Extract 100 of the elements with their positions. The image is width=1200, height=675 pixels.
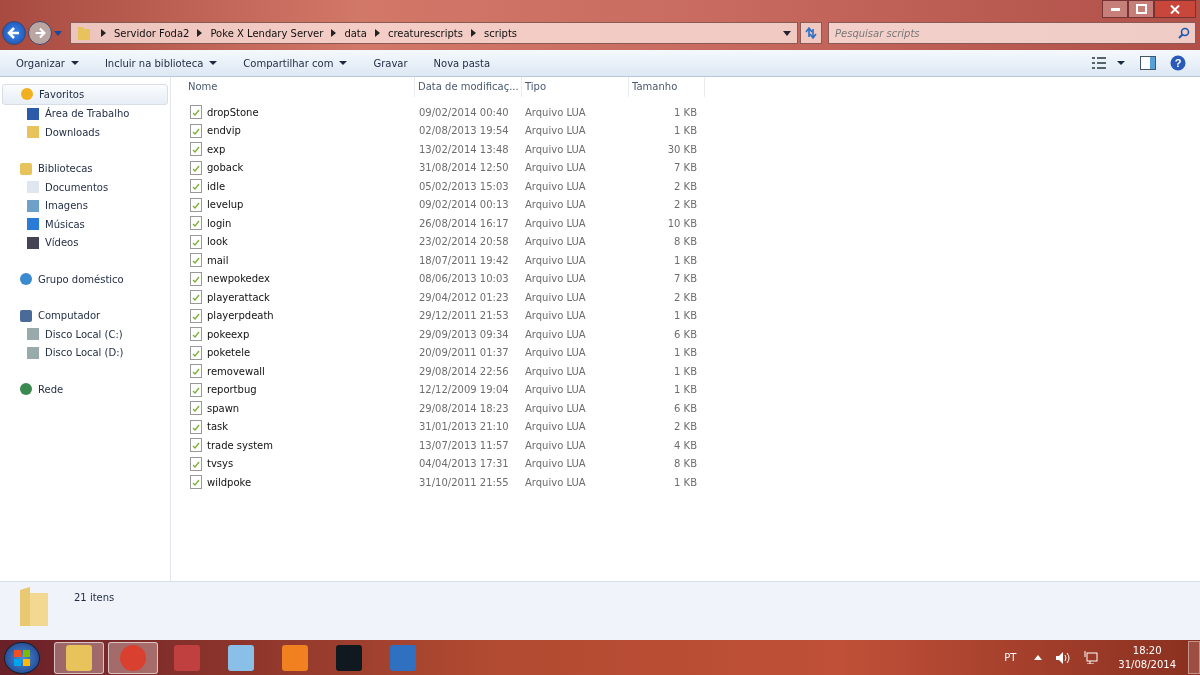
file-name[interactable]: idle xyxy=(207,180,226,192)
toolbar-button[interactable]: Gravar xyxy=(365,53,416,73)
file-name[interactable]: reportbug xyxy=(207,384,257,396)
file-icon xyxy=(190,382,202,397)
chevron-icon[interactable] xyxy=(374,29,380,37)
table-cell-text: 09/02/2014 00:40 xyxy=(418,106,510,118)
toolbar-button[interactable]: Incluir na biblioteca xyxy=(96,53,226,73)
file-name[interactable]: exp xyxy=(207,143,226,155)
toolbar-button[interactable]: Compartilhar com xyxy=(235,53,356,73)
file-name[interactable]: trade system xyxy=(207,439,273,451)
breadcrumb-item[interactable]: creaturescripts xyxy=(387,27,463,39)
taskbar-app-button[interactable] xyxy=(108,641,158,674)
sidebar-item[interactable]: Área de Trabalho xyxy=(0,104,170,123)
table-cell-text: 7 KB xyxy=(673,162,698,174)
toolbar-button[interactable]: Organizar xyxy=(8,53,87,73)
table-cell-text: 02/08/2013 19:54 xyxy=(418,125,510,137)
sidebar-item[interactable]: Documentos xyxy=(0,178,170,197)
sidebar-item[interactable]: Computador xyxy=(2,306,168,325)
file-name[interactable]: mail xyxy=(207,254,229,266)
column-header[interactable]: Tamanho xyxy=(629,77,705,97)
file-name[interactable]: dropStone xyxy=(207,106,259,118)
language-indicator[interactable]: PT xyxy=(1004,652,1017,663)
sidebar-icon xyxy=(27,126,39,139)
minimize-button[interactable] xyxy=(1102,0,1128,18)
file-icon xyxy=(190,364,202,379)
address-bar[interactable]: Servidor Foda2 Poke X Lendary Server data creaturescripts scripts xyxy=(70,22,798,44)
close-icon xyxy=(1170,4,1180,14)
file-name[interactable]: task xyxy=(207,421,229,433)
taskbar-app-button[interactable] xyxy=(54,641,104,674)
file-name[interactable]: wildpoke xyxy=(207,476,252,488)
column-header[interactable]: Data de modificaç... xyxy=(415,77,522,97)
file-name[interactable]: look xyxy=(207,236,228,248)
sidebar-icon xyxy=(27,236,39,249)
table-cell-text: 6 KB xyxy=(673,328,698,340)
network-icon[interactable] xyxy=(1084,651,1099,664)
help-icon[interactable]: ? xyxy=(1170,55,1186,71)
caret-icon[interactable] xyxy=(783,30,791,36)
file-name[interactable]: removewall xyxy=(207,365,265,377)
file-name[interactable]: newpokedex xyxy=(207,273,270,285)
close-button[interactable] xyxy=(1154,0,1196,18)
back-button[interactable] xyxy=(2,21,26,45)
start-button[interactable] xyxy=(4,641,40,674)
breadcrumb-item[interactable]: Poke X Lendary Server xyxy=(210,27,324,39)
sidebar-icon xyxy=(27,328,39,341)
breadcrumb-item[interactable]: scripts xyxy=(483,27,518,39)
file-icon xyxy=(190,401,202,416)
sidebar-icon xyxy=(20,162,32,175)
chevron-icon[interactable] xyxy=(197,29,203,37)
table-cell-text: Arquivo LUA xyxy=(524,439,587,451)
sidebar-item[interactable]: Vídeos xyxy=(0,233,170,252)
refresh-button[interactable] xyxy=(800,22,822,44)
file-icon xyxy=(190,327,202,342)
sidebar-item[interactable]: Disco Local (D:) xyxy=(0,343,170,362)
breadcrumb-item[interactable]: Servidor Foda2 xyxy=(114,27,190,39)
search-icon[interactable] xyxy=(1178,27,1190,39)
file-name[interactable]: pokeexp xyxy=(207,328,250,340)
caret-icon[interactable] xyxy=(1034,655,1043,660)
sidebar-item[interactable]: Downloads xyxy=(0,123,170,142)
file-name[interactable]: tvsys xyxy=(207,458,234,470)
sidebar-item[interactable]: Favoritos xyxy=(2,84,168,105)
file-name[interactable]: endvip xyxy=(207,125,241,137)
file-name[interactable]: login xyxy=(207,217,232,229)
forward-arrow-icon xyxy=(33,26,47,40)
file-icon xyxy=(190,253,202,268)
file-name[interactable]: levelup xyxy=(207,199,244,211)
view-options-icon[interactable] xyxy=(1092,57,1126,69)
file-name[interactable]: spawn xyxy=(207,402,240,414)
table-cell-text: Arquivo LUA xyxy=(524,106,587,118)
search-field[interactable]: Pesquisar scripts xyxy=(828,22,1196,44)
sidebar-item[interactable]: Bibliotecas xyxy=(2,159,168,178)
sidebar-item[interactable]: Disco Local (C:) xyxy=(0,325,170,344)
file-name[interactable]: poketele xyxy=(207,347,251,359)
chevron-icon[interactable] xyxy=(470,29,476,37)
forward-button[interactable] xyxy=(28,21,52,45)
speaker-icon[interactable] xyxy=(1056,651,1071,664)
file-name[interactable]: playerattack xyxy=(207,291,270,303)
sidebar-item[interactable]: Grupo doméstico xyxy=(2,270,168,289)
sidebar-item[interactable]: Rede xyxy=(2,380,168,399)
table-cell-text: Arquivo LUA xyxy=(524,162,587,174)
restore-button[interactable] xyxy=(1128,0,1154,18)
column-header[interactable]: Tipo xyxy=(522,77,629,97)
clock-time[interactable]: 18:20 xyxy=(1132,645,1162,656)
table-cell-text: Arquivo LUA xyxy=(524,384,587,396)
sidebar-item[interactable]: Músicas xyxy=(0,215,170,234)
chevron-icon[interactable] xyxy=(331,29,337,37)
toolbar-button[interactable]: Nova pasta xyxy=(425,53,499,73)
file-icon xyxy=(190,123,202,138)
table-cell-text: 29/08/2014 18:23 xyxy=(418,402,510,414)
file-name[interactable]: goback xyxy=(207,162,244,174)
table-cell-text: 26/08/2014 16:17 xyxy=(418,217,510,229)
breadcrumb-item[interactable]: data xyxy=(344,27,367,39)
table-cell-text: Arquivo LUA xyxy=(524,365,587,377)
column-header[interactable]: Nome xyxy=(185,77,415,97)
preview-pane-icon[interactable] xyxy=(1140,56,1156,70)
table-cell-text: 1 KB xyxy=(673,310,698,322)
file-name[interactable]: playerpdeath xyxy=(207,310,274,322)
sidebar-item[interactable]: Imagens xyxy=(0,196,170,215)
back-arrow-icon xyxy=(6,25,22,41)
chevron-icon[interactable] xyxy=(101,29,106,37)
clock-date[interactable]: 31/08/2014 xyxy=(1118,659,1176,670)
